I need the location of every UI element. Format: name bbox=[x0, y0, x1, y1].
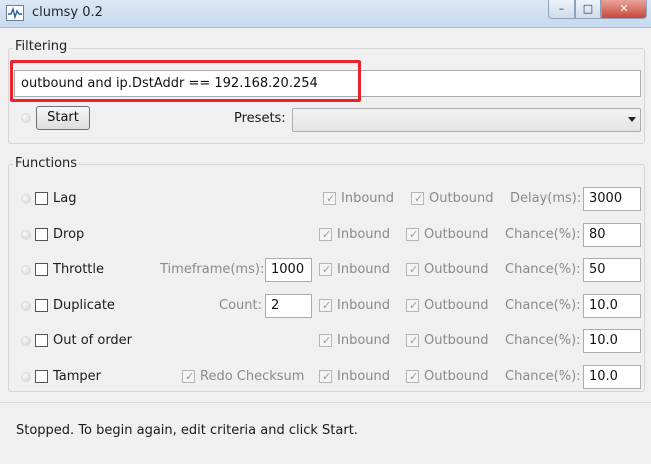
outbound-label: Outbound bbox=[424, 262, 489, 277]
lag-inbound-checkbox[interactable]: ✓ bbox=[323, 192, 336, 205]
drop-inbound-checkbox[interactable]: ✓ bbox=[319, 228, 332, 241]
outbound-label: Outbound bbox=[424, 298, 489, 313]
presets-select[interactable] bbox=[292, 108, 641, 132]
lag-param-label: Delay(ms): bbox=[510, 191, 582, 206]
tamper-label: Tamper bbox=[53, 369, 102, 384]
drop-outbound-checkbox[interactable]: ✓ bbox=[406, 228, 419, 241]
duplicate-inbound-checkbox[interactable]: ✓ bbox=[319, 299, 332, 312]
outbound-label: Outbound bbox=[424, 333, 489, 348]
drop-chance-input[interactable]: 80 bbox=[583, 223, 641, 247]
functions-legend: Functions bbox=[13, 156, 80, 171]
out-of-order-outbound-checkbox[interactable]: ✓ bbox=[406, 334, 419, 347]
status-text: Stopped. To begin again, edit criteria a… bbox=[16, 423, 358, 438]
function-indicator-dot bbox=[21, 372, 31, 382]
out-of-order-param-label: Chance(%): bbox=[505, 333, 581, 348]
outbound-label: Outbound bbox=[424, 369, 489, 384]
lag-outbound-checkbox[interactable]: ✓ bbox=[411, 192, 424, 205]
function-indicator-dot bbox=[21, 265, 31, 275]
minimize-button[interactable]: – bbox=[548, 0, 575, 19]
function-indicator-dot bbox=[21, 301, 31, 311]
out-of-order-chance-input[interactable]: 10.0 bbox=[583, 329, 641, 353]
drop-checkbox[interactable] bbox=[35, 228, 48, 241]
throttle-param-label: Chance(%): bbox=[505, 262, 581, 277]
maximize-button[interactable]: □ bbox=[575, 0, 601, 19]
outbound-label: Outbound bbox=[424, 227, 489, 242]
duplicate-count-input[interactable]: 2 bbox=[265, 294, 312, 318]
out-of-order-label: Out of order bbox=[53, 333, 133, 348]
drop-label: Drop bbox=[53, 227, 85, 242]
outbound-label: Outbound bbox=[429, 191, 494, 206]
throttle-inbound-checkbox[interactable]: ✓ bbox=[319, 263, 332, 276]
presets-label: Presets: bbox=[234, 111, 286, 126]
tamper-param-label: Chance(%): bbox=[505, 369, 581, 384]
drop-param-label: Chance(%): bbox=[505, 227, 581, 242]
status-divider bbox=[0, 402, 651, 403]
inbound-label: Inbound bbox=[337, 227, 391, 242]
redo-checksum-checkbox[interactable]: ✓ bbox=[182, 370, 195, 383]
lag-checkbox[interactable] bbox=[35, 192, 48, 205]
duplicate-chance-input[interactable]: 10.0 bbox=[583, 294, 641, 318]
tamper-inbound-checkbox[interactable]: ✓ bbox=[319, 370, 332, 383]
inbound-label: Inbound bbox=[337, 262, 391, 277]
inbound-label: Inbound bbox=[337, 333, 391, 348]
duplicate-param-label: Chance(%): bbox=[505, 298, 581, 313]
function-indicator-dot bbox=[21, 336, 31, 346]
duplicate-outbound-checkbox[interactable]: ✓ bbox=[406, 299, 419, 312]
tamper-outbound-checkbox[interactable]: ✓ bbox=[406, 370, 419, 383]
function-indicator-dot bbox=[21, 194, 31, 204]
inbound-label: Inbound bbox=[337, 298, 391, 313]
status-indicator-dot bbox=[21, 113, 31, 123]
throttle-chance-input[interactable]: 50 bbox=[583, 258, 641, 282]
window-title: clumsy 0.2 bbox=[32, 5, 103, 20]
tamper-checkbox[interactable] bbox=[35, 370, 48, 383]
duplicate-count-label: Count: bbox=[219, 298, 262, 313]
close-button[interactable]: ✕ bbox=[601, 0, 647, 19]
duplicate-checkbox[interactable] bbox=[35, 299, 48, 312]
throttle-label: Throttle bbox=[53, 262, 104, 277]
out-of-order-checkbox[interactable] bbox=[35, 334, 48, 347]
title-bar[interactable]: clumsy 0.2 – □ ✕ bbox=[0, 0, 651, 28]
filter-input[interactable] bbox=[14, 70, 641, 97]
throttle-outbound-checkbox[interactable]: ✓ bbox=[406, 263, 419, 276]
throttle-timeframe-label: Timeframe(ms): bbox=[160, 262, 265, 277]
redo-checksum-label: Redo Checksum bbox=[200, 369, 305, 384]
function-indicator-dot bbox=[21, 230, 31, 240]
out-of-order-inbound-checkbox[interactable]: ✓ bbox=[319, 334, 332, 347]
chevron-down-icon bbox=[628, 117, 636, 122]
lag-label: Lag bbox=[53, 191, 77, 206]
throttle-checkbox[interactable] bbox=[35, 263, 48, 276]
lag-delay-input[interactable]: 3000 bbox=[583, 187, 641, 211]
filtering-legend: Filtering bbox=[13, 39, 70, 54]
duplicate-label: Duplicate bbox=[53, 298, 115, 313]
inbound-label: Inbound bbox=[337, 369, 391, 384]
inbound-label: Inbound bbox=[341, 191, 395, 206]
clumsy-window: clumsy 0.2 – □ ✕ Filtering Start Presets… bbox=[0, 0, 651, 464]
tamper-chance-input[interactable]: 10.0 bbox=[583, 365, 641, 389]
start-button[interactable]: Start bbox=[36, 106, 90, 130]
app-icon bbox=[6, 5, 24, 21]
throttle-timeframe-input[interactable]: 1000 bbox=[265, 258, 312, 282]
